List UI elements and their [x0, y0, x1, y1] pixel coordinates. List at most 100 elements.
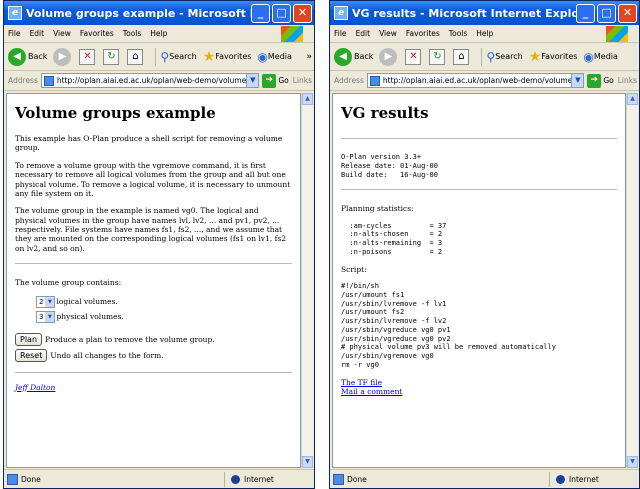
- address-label: Address: [334, 76, 364, 85]
- logical-volumes-label: logical volumes.: [56, 297, 118, 306]
- home-button[interactable]: ⌂: [127, 48, 145, 65]
- menu-favorites[interactable]: Favorites: [406, 29, 440, 38]
- go-label: Go: [278, 76, 289, 85]
- scroll-up-icon[interactable]: ▲: [302, 93, 313, 105]
- media-button[interactable]: ◉ Media: [257, 50, 292, 64]
- favorites-label: Favorites: [541, 52, 578, 61]
- refresh-button[interactable]: ↻: [103, 48, 121, 65]
- script-label: Script:: [341, 264, 367, 274]
- physical-volumes-label: physical volumes.: [56, 312, 124, 321]
- menu-tools[interactable]: Tools: [123, 29, 141, 38]
- status-bar: Done Internet: [4, 469, 314, 488]
- logical-volumes-value: 2: [39, 297, 44, 306]
- go-button[interactable]: ➔ Go: [262, 73, 289, 88]
- menu-edit[interactable]: Edit: [356, 29, 371, 38]
- menu-help[interactable]: Help: [476, 29, 493, 38]
- status-text: Done: [347, 474, 367, 484]
- vertical-scrollbar[interactable]: ▲ ▼: [626, 93, 638, 468]
- favorites-button[interactable]: ★ Favorites: [203, 49, 252, 65]
- page-content: Volume groups example This example has O…: [6, 93, 301, 468]
- logical-volumes-row: 2 ▼ logical volumes.: [36, 295, 292, 308]
- menu-file[interactable]: File: [334, 29, 347, 38]
- refresh-icon: ↻: [429, 48, 446, 65]
- maximize-button[interactable]: □: [597, 3, 616, 23]
- search-button[interactable]: ⚲ Search: [160, 50, 196, 64]
- search-button[interactable]: ⚲ Search: [486, 50, 522, 64]
- go-label: Go: [603, 76, 614, 85]
- stop-button[interactable]: ✕: [405, 48, 423, 65]
- divider: [341, 138, 617, 139]
- vertical-scrollbar[interactable]: ▲ ▼: [301, 93, 313, 468]
- minimize-button[interactable]: _: [576, 3, 595, 23]
- stats-block: :am-cycles = 37 :n-alts-chosen = 2 :n-al…: [349, 221, 447, 256]
- menu-view[interactable]: View: [379, 29, 397, 38]
- go-button[interactable]: ➔ Go: [587, 73, 614, 88]
- home-button[interactable]: ⌂: [453, 48, 471, 65]
- chevron-down-icon: ▼: [45, 311, 55, 322]
- media-button[interactable]: ◉ Media: [583, 50, 618, 64]
- address-input[interactable]: http://oplan.aiai.ed.ac.uk/oplan/web-dem…: [40, 73, 260, 88]
- minimize-button[interactable]: _: [251, 3, 270, 23]
- menu-file[interactable]: File: [8, 29, 21, 38]
- search-icon: ⚲: [160, 49, 170, 64]
- author-link[interactable]: Jeff Dalton: [15, 383, 55, 392]
- tf-file-link[interactable]: The TF file: [341, 378, 382, 387]
- title-bar[interactable]: e Volume groups example - Microsoft Inte…: [4, 1, 314, 25]
- address-dropdown-icon[interactable]: ▼: [246, 74, 259, 87]
- forward-button[interactable]: ▶: [379, 47, 399, 66]
- forward-button[interactable]: ▶: [53, 47, 73, 66]
- page-title: VG results: [341, 104, 429, 122]
- favorites-button[interactable]: ★ Favorites: [529, 49, 578, 65]
- address-input[interactable]: http://oplan.aiai.ed.ac.uk/oplan/web-dem…: [366, 73, 585, 88]
- scroll-down-icon[interactable]: ▼: [627, 456, 638, 468]
- home-icon: ⌂: [453, 48, 470, 65]
- toolbar: ◀ Back ▶ ✕ ↻ ⌂ ⚲ Search ★ Favorites ◉ Media: [330, 43, 639, 71]
- title-bar[interactable]: e VG results - Microsoft Internet Explor…: [330, 1, 639, 25]
- ie-icon: e: [334, 6, 348, 20]
- url-text: http://oplan.aiai.ed.ac.uk/oplan/web-dem…: [382, 76, 571, 85]
- favorites-label: Favorites: [215, 52, 252, 61]
- refresh-button[interactable]: ↻: [429, 48, 447, 65]
- ie-icon: e: [8, 6, 22, 20]
- menu-edit[interactable]: Edit: [30, 29, 45, 38]
- logical-volumes-select[interactable]: 2 ▼: [36, 295, 56, 308]
- status-text: Done: [21, 474, 41, 484]
- stop-button[interactable]: ✕: [79, 48, 97, 65]
- back-arrow-icon: ◀: [8, 47, 26, 66]
- back-button[interactable]: ◀ Back: [334, 47, 374, 66]
- menu-bar: File Edit View Favorites Tools Help: [330, 25, 639, 43]
- plan-description: Produce a plan to remove the volume grou…: [45, 334, 215, 344]
- script-block: #!/bin/sh /usr/umount fs1 /usr/sbin/lvre…: [341, 282, 556, 369]
- toolbar-chevron-icon[interactable]: »: [306, 52, 312, 62]
- address-dropdown-icon[interactable]: ▼: [571, 74, 584, 87]
- menu-help[interactable]: Help: [150, 29, 167, 38]
- back-button[interactable]: ◀ Back: [8, 47, 48, 66]
- mail-comment-link[interactable]: Mail a comment: [341, 387, 402, 396]
- star-icon: ★: [202, 48, 216, 65]
- close-button[interactable]: ✕: [618, 3, 637, 23]
- back-label: Back: [354, 52, 374, 61]
- back-arrow-icon: ◀: [334, 47, 352, 66]
- window-title: Volume groups example - Microsoft Intern…: [26, 6, 251, 20]
- stop-icon: ✕: [405, 48, 422, 65]
- menu-favorites[interactable]: Favorites: [80, 29, 114, 38]
- scroll-down-icon[interactable]: ▼: [302, 456, 313, 468]
- search-icon: ⚲: [486, 49, 496, 64]
- physical-volumes-select[interactable]: 3 ▼: [36, 310, 56, 323]
- media-icon: ◉: [257, 49, 268, 64]
- close-button[interactable]: ✕: [293, 3, 312, 23]
- links-button[interactable]: Links: [293, 76, 312, 85]
- menu-tools[interactable]: Tools: [449, 29, 467, 38]
- back-label: Back: [28, 52, 48, 61]
- links-button[interactable]: Links: [618, 76, 637, 85]
- zone-label: Internet: [569, 474, 599, 484]
- right-browser-window: e VG results - Microsoft Internet Explor…: [329, 0, 640, 489]
- reset-button[interactable]: Reset: [15, 348, 48, 362]
- url-text: http://oplan.aiai.ed.ac.uk/oplan/web-dem…: [56, 76, 247, 85]
- maximize-button[interactable]: □: [272, 3, 291, 23]
- toolbar-separator: [155, 47, 157, 66]
- menu-view[interactable]: View: [53, 29, 71, 38]
- status-bar: Done Internet: [330, 469, 639, 488]
- plan-button[interactable]: Plan: [15, 332, 43, 346]
- scroll-up-icon[interactable]: ▲: [627, 93, 638, 105]
